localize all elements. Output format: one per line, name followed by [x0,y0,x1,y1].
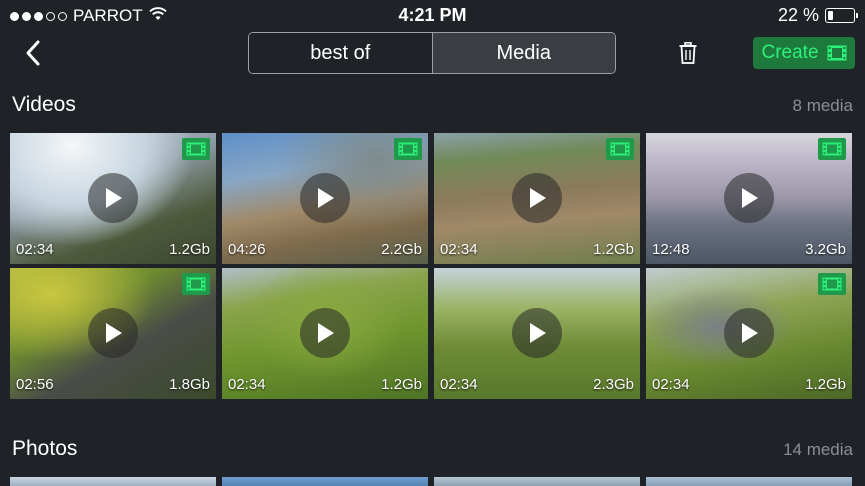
photo-thumbnail[interactable] [434,477,640,486]
photo-thumbnail[interactable] [646,477,852,486]
video-file-size: 2.3Gb [593,376,634,393]
video-file-size: 2.2Gb [381,241,422,258]
video-duration: 02:34 [440,376,478,393]
photo-thumbnail[interactable] [10,477,216,486]
play-icon[interactable] [724,172,774,223]
video-file-size: 1.2Gb [593,241,634,258]
film-icon [827,45,847,61]
play-icon[interactable] [512,172,562,223]
play-icon[interactable] [512,307,562,358]
status-time: 4:21 PM [398,5,467,25]
film-icon [394,138,422,160]
create-button[interactable]: Create [753,37,855,69]
photo-thumbnail[interactable] [222,477,428,486]
photos-title: Photos [12,437,78,460]
play-icon[interactable] [300,172,350,223]
video-thumbnail[interactable]: 02:34 1.2Gb [10,133,216,264]
video-thumbnail[interactable]: 04:26 2.2Gb [222,133,428,264]
play-icon[interactable] [88,307,138,358]
segment-media[interactable]: Media [431,33,615,73]
video-duration: 02:34 [440,241,478,258]
battery-icon [825,8,858,23]
chevron-left-icon [26,40,40,66]
trash-button[interactable] [675,39,701,67]
back-button[interactable] [18,38,48,68]
video-duration: 02:34 [228,376,266,393]
trash-icon [679,42,697,64]
video-file-size: 1.8Gb [169,376,210,393]
view-segmented-control: best of Media [248,32,616,74]
nav-bar: best of Media Create [0,30,865,76]
film-icon [818,273,846,295]
photos-grid [10,477,855,486]
video-duration: 02:56 [16,376,54,393]
video-duration: 04:26 [228,241,266,258]
film-icon [818,138,846,160]
battery-percent: 22 % [777,5,819,25]
play-icon[interactable] [724,307,774,358]
photos-section-header: Photos 14 media [0,437,865,467]
film-icon [606,138,634,160]
video-thumbnail[interactable]: 02:34 1.2Gb [434,133,640,264]
video-thumbnail[interactable]: 02:34 2.3Gb [434,268,640,399]
video-file-size: 1.2Gb [805,376,846,393]
video-file-size: 1.2Gb [169,241,210,258]
film-icon [182,273,210,295]
videos-grid: 02:34 1.2Gb 04:26 2.2Gb 02:34 1.2Gb 12:48 3.2Gb… [10,133,855,399]
videos-title: Videos [12,93,76,116]
video-thumbnail[interactable]: 02:34 1.2Gb [222,268,428,399]
video-file-size: 3.2Gb [805,241,846,258]
play-icon[interactable] [88,172,138,223]
video-duration: 02:34 [16,241,54,258]
video-thumbnail[interactable]: 02:34 1.2Gb [646,268,852,399]
film-icon [182,138,210,160]
video-thumbnail[interactable]: 02:56 1.8Gb [10,268,216,399]
video-duration: 12:48 [652,241,690,258]
create-label: Create [761,42,819,63]
photos-count: 14 media [783,440,853,459]
video-file-size: 1.2Gb [381,376,422,393]
battery-fill [828,11,833,20]
status-right: 22 % [777,5,858,26]
play-icon[interactable] [300,307,350,358]
video-duration: 02:34 [652,376,690,393]
videos-count: 8 media [792,96,853,115]
status-bar: PARROT 4:21 PM 22 % [0,0,865,32]
video-thumbnail[interactable]: 12:48 3.2Gb [646,133,852,264]
segment-best-of[interactable]: best of [249,33,432,73]
videos-section-header: Videos 8 media [0,93,865,123]
